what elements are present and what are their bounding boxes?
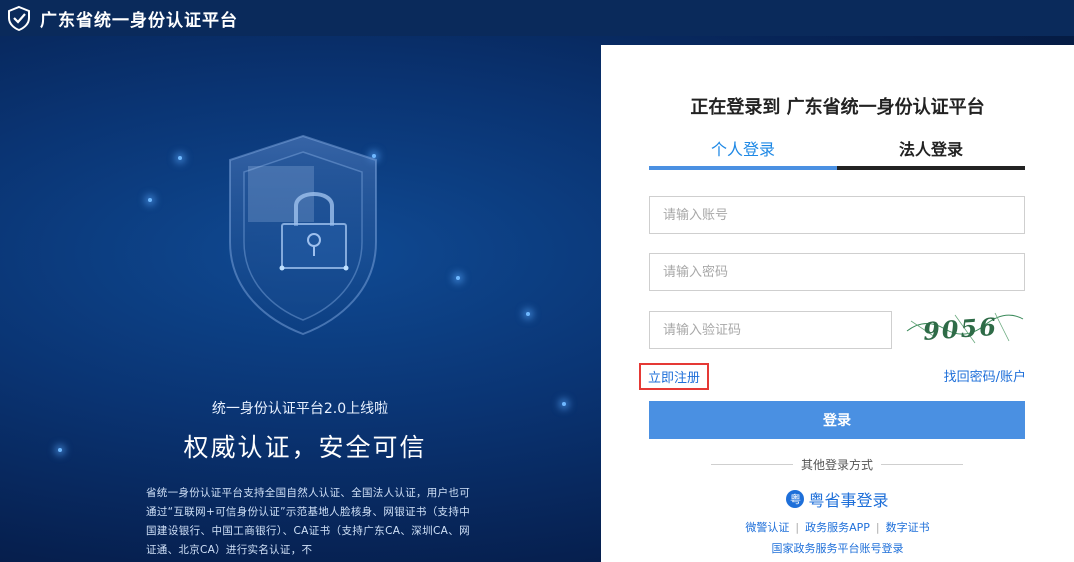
- alternate-login-links: 微警认证 | 政务服务APP | 数字证书: [601, 519, 1074, 535]
- login-panel: 正在登录到 广东省统一身份认证平台 个人登录 法人登录 9056 立即注册 找回…: [601, 45, 1074, 562]
- login-tabs: 个人登录 法人登录: [649, 131, 1025, 170]
- shield-check-icon: [8, 5, 30, 31]
- other-login-label: 其他登录方式: [801, 458, 874, 472]
- captcha-text: 9056: [922, 312, 999, 346]
- digital-certificate-link[interactable]: 数字证书: [886, 521, 930, 534]
- yueshengshi-login-label: 粤省事登录: [808, 491, 889, 510]
- yueshengshi-login-button[interactable]: 粤 粤省事登录: [601, 487, 1074, 511]
- hero-description: 省统一身份认证平台支持全国自然人认证、全国法人认证，用户也可通过“互联网+可信身…: [146, 487, 470, 556]
- other-login-divider: 其他登录方式: [711, 456, 964, 473]
- login-button[interactable]: 登录: [649, 401, 1025, 439]
- forgot-password-link[interactable]: 找回密码/账户: [944, 366, 1026, 385]
- link-separator: |: [795, 521, 800, 534]
- hero-slogan: 权威认证，安全可信: [183, 433, 427, 462]
- yueshengshi-icon: 粤: [786, 490, 805, 508]
- captcha-image[interactable]: 9056: [905, 307, 1025, 349]
- site-title: 广东省统一身份认证平台: [40, 10, 238, 31]
- security-shield-illustration: [229, 134, 377, 336]
- tab-legal-person-login[interactable]: 法人登录: [837, 131, 1025, 170]
- hero-subtitle: 统一身份认证平台2.0上线啦: [211, 401, 389, 417]
- gov-service-app-link[interactable]: 政务服务APP: [805, 521, 870, 534]
- link-separator: |: [875, 521, 880, 534]
- divider-line-left: [711, 464, 793, 465]
- wechat-police-auth-link[interactable]: 微警认证: [745, 521, 789, 534]
- account-input[interactable]: [649, 196, 1025, 234]
- register-link[interactable]: 立即注册: [639, 363, 710, 390]
- tab-personal-login[interactable]: 个人登录: [649, 131, 837, 170]
- divider-line-right: [881, 464, 964, 465]
- national-platform-login-link[interactable]: 国家政务服务平台账号登录: [601, 540, 1074, 556]
- top-header: 广东省统一身份认证平台: [0, 0, 1074, 36]
- password-input[interactable]: [649, 253, 1025, 291]
- captcha-input[interactable]: [649, 311, 892, 349]
- login-title: 正在登录到 广东省统一身份认证平台: [690, 97, 985, 118]
